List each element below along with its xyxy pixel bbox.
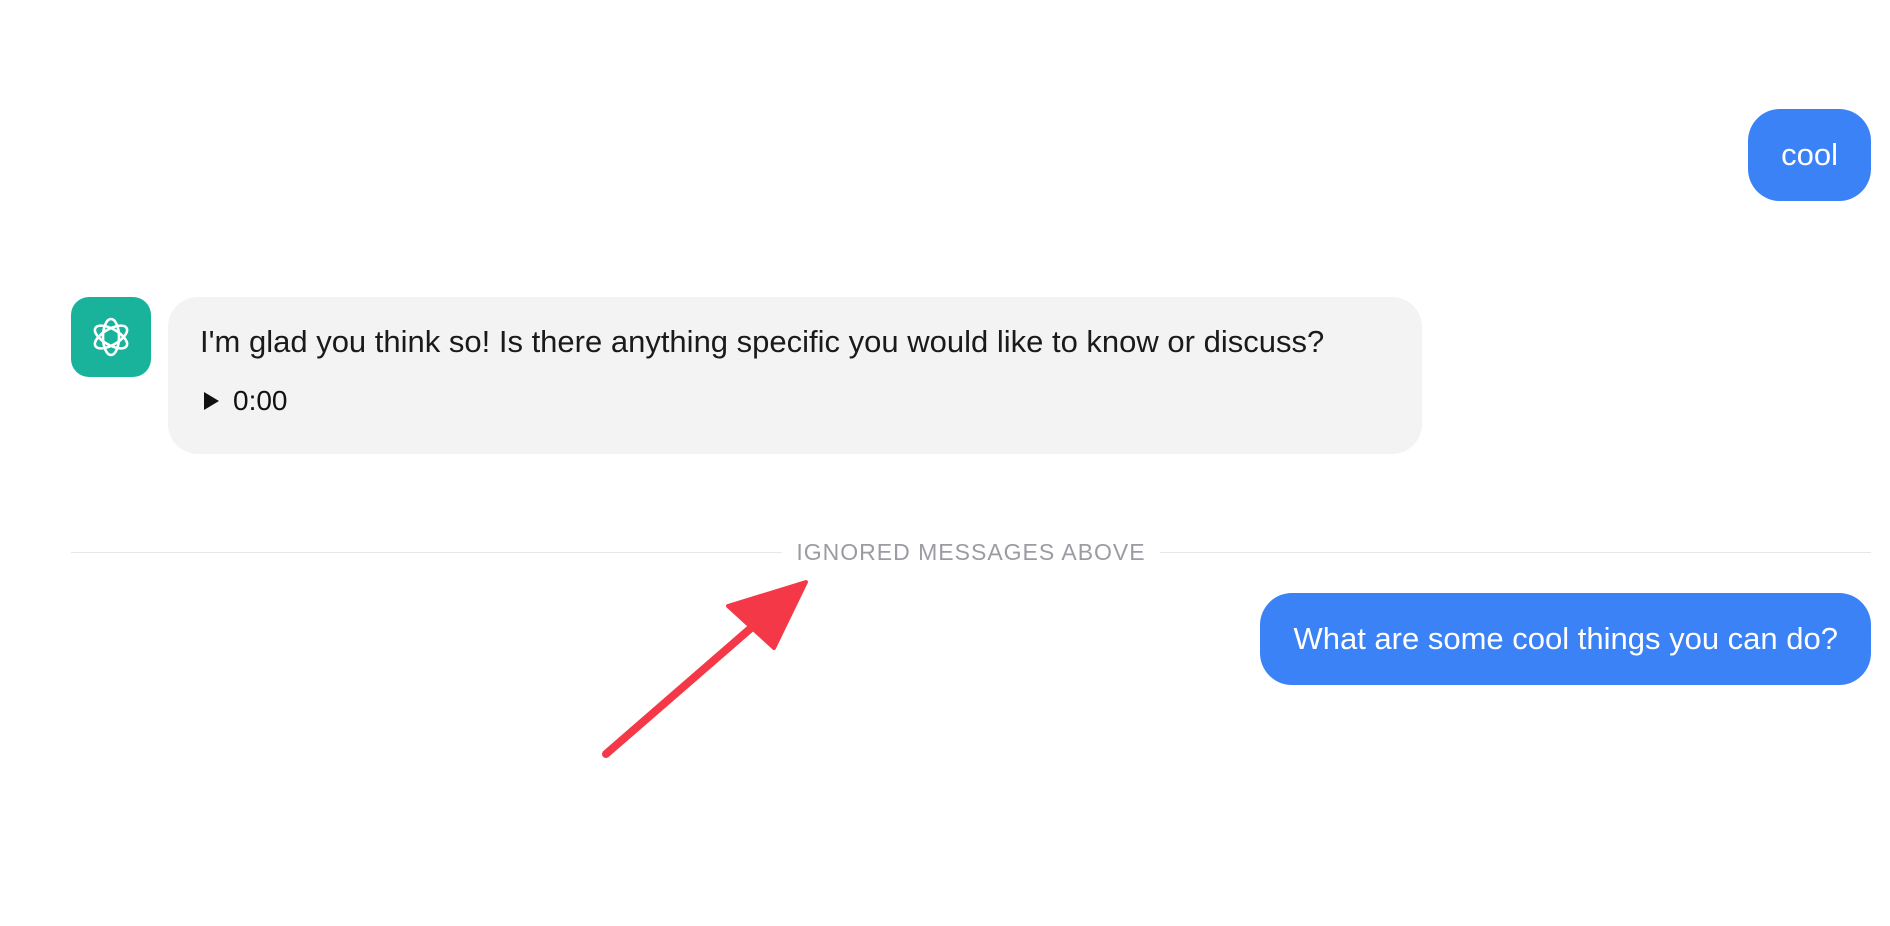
divider-label: IGNORED MESSAGES ABOVE — [796, 538, 1146, 565]
user-message-bubble: cool — [1748, 109, 1871, 201]
play-icon[interactable] — [204, 392, 219, 410]
assistant-avatar — [71, 297, 151, 377]
divider-line-right — [1159, 551, 1872, 553]
assistant-message-text: I'm glad you think so! Is there anything… — [200, 324, 1325, 359]
divider-line-left — [71, 551, 783, 553]
ignored-messages-divider: IGNORED MESSAGES ABOVE — [71, 537, 1872, 567]
openai-logo-icon — [93, 317, 129, 357]
assistant-message-bubble: I'm glad you think so! Is there anything… — [168, 297, 1422, 454]
annotation-arrow-icon — [602, 580, 808, 758]
audio-time: 0:00 — [233, 385, 288, 416]
user-message-bubble: What are some cool things you can do? — [1260, 593, 1871, 685]
audio-player[interactable]: 0:00 — [200, 385, 288, 417]
chat-canvas: cool I'm glad you think so! Is there any… — [0, 0, 1890, 926]
